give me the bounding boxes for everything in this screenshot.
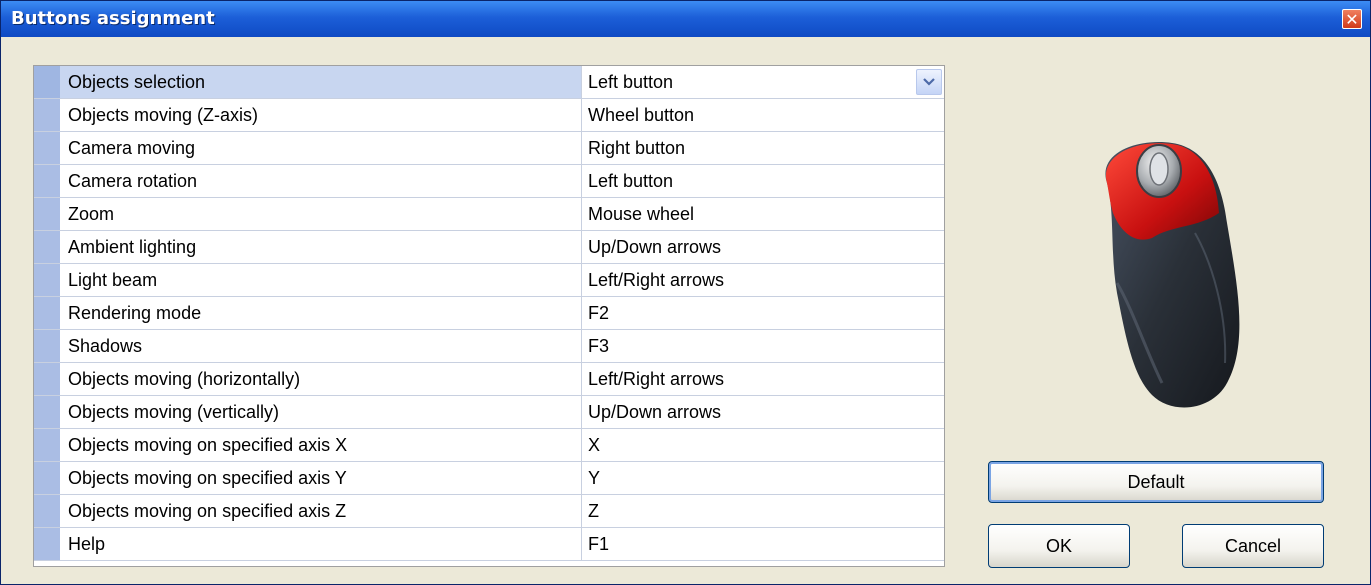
row-header[interactable]	[34, 462, 60, 494]
close-button[interactable]: ✕	[1342, 9, 1362, 29]
table-row[interactable]: Objects moving (Z-axis) Wheel button	[34, 99, 944, 132]
button-cell-value: Left/Right arrows	[588, 369, 725, 389]
action-cell: Objects moving on specified axis Y	[60, 462, 582, 494]
row-header[interactable]	[34, 165, 60, 197]
button-cell-value: F2	[588, 303, 610, 323]
title-bar[interactable]: Buttons assignment ✕	[1, 1, 1370, 37]
row-header[interactable]	[34, 66, 60, 98]
button-cell[interactable]: Up/Down arrows	[582, 231, 944, 263]
button-cell-value: X	[588, 435, 601, 455]
action-cell: Ambient lighting	[60, 231, 582, 263]
dialog-body: Objects selection Left button Objects movi…	[5, 37, 1366, 580]
row-header[interactable]	[34, 297, 60, 329]
table-row[interactable]: Help F1	[34, 528, 944, 561]
row-header[interactable]	[34, 396, 60, 428]
button-cell-value: F1	[588, 534, 610, 554]
table-row[interactable]: Rendering mode F2	[34, 297, 944, 330]
table-row[interactable]: Ambient lighting Up/Down arrows	[34, 231, 944, 264]
buttons-assignment-dialog: Buttons assignment ✕ Objects selection Le…	[0, 0, 1371, 585]
button-cell[interactable]: Right button	[582, 132, 944, 164]
close-icon: ✕	[1345, 10, 1359, 29]
button-cell[interactable]: F2	[582, 297, 944, 329]
button-cell[interactable]: F1	[582, 528, 944, 560]
button-cell-value: Left button	[588, 72, 674, 92]
action-cell: Help	[60, 528, 582, 560]
button-cell-value: Y	[588, 468, 601, 488]
button-cell[interactable]: Z	[582, 495, 944, 527]
action-cell: Camera moving	[60, 132, 582, 164]
table-row[interactable]: Objects moving (horizontally) Left/Right …	[34, 363, 944, 396]
button-cell[interactable]: Mouse wheel	[582, 198, 944, 230]
row-header[interactable]	[34, 231, 60, 263]
row-header[interactable]	[34, 264, 60, 296]
action-cell: Zoom	[60, 198, 582, 230]
button-cell-value: Right button	[588, 138, 686, 158]
button-cell[interactable]: X	[582, 429, 944, 461]
button-cell[interactable]: F3	[582, 330, 944, 362]
button-cell-value: Mouse wheel	[588, 204, 695, 224]
table-row[interactable]: Shadows F3	[34, 330, 944, 363]
action-cell: Objects moving (horizontally)	[60, 363, 582, 395]
action-cell: Objects selection	[60, 66, 582, 98]
row-header[interactable]	[34, 99, 60, 131]
mouse-image	[1105, 142, 1240, 408]
button-select[interactable]: Left button	[582, 66, 944, 98]
button-cell-value: Wheel button	[588, 105, 695, 125]
row-header[interactable]	[34, 363, 60, 395]
row-header[interactable]	[34, 528, 60, 560]
row-header[interactable]	[34, 429, 60, 461]
table-row[interactable]: Light beam Left/Right arrows	[34, 264, 944, 297]
action-cell: Objects moving (vertically)	[60, 396, 582, 428]
table-row[interactable]: Objects selection Left button	[34, 66, 944, 99]
ok-button[interactable]: OK	[988, 524, 1130, 568]
row-header[interactable]	[34, 132, 60, 164]
action-cell: Shadows	[60, 330, 582, 362]
action-cell: Light beam	[60, 264, 582, 296]
button-cell[interactable]: Left/Right arrows	[582, 264, 944, 296]
button-cell-value: Up/Down arrows	[588, 402, 722, 422]
action-cell: Camera rotation	[60, 165, 582, 197]
button-cell-value: Up/Down arrows	[588, 237, 722, 257]
button-cell[interactable]: Left/Right arrows	[582, 363, 944, 395]
table-row[interactable]: Objects moving (vertically) Up/Down arrow…	[34, 396, 944, 429]
table-row[interactable]: Camera moving Right button	[34, 132, 944, 165]
button-cell-value: Z	[588, 501, 599, 521]
action-cell: Objects moving (Z-axis)	[60, 99, 582, 131]
button-cell-value: F3	[588, 336, 610, 356]
action-cell: Objects moving on specified axis X	[60, 429, 582, 461]
table-row[interactable]: Objects moving on specified axis Y Y	[34, 462, 944, 495]
row-header[interactable]	[34, 330, 60, 362]
action-cell: Rendering mode	[60, 297, 582, 329]
table-row[interactable]: Objects moving on specified axis X X	[34, 429, 944, 462]
button-cell[interactable]: Wheel button	[582, 99, 944, 131]
button-cell[interactable]: Left button	[582, 165, 944, 197]
action-cell: Objects moving on specified axis Z	[60, 495, 582, 527]
table-row[interactable]: Camera rotation Left button	[34, 165, 944, 198]
row-header[interactable]	[34, 495, 60, 527]
dialog-title: Buttons assignment	[11, 8, 215, 29]
button-cell[interactable]: Up/Down arrows	[582, 396, 944, 428]
assignments-grid: Objects selection Left button Objects movi…	[33, 65, 945, 567]
table-row[interactable]: Objects moving on specified axis Z Z	[34, 495, 944, 528]
default-button[interactable]: Default	[988, 461, 1324, 503]
row-header[interactable]	[34, 198, 60, 230]
chevron-down-icon[interactable]	[916, 69, 942, 95]
button-cell[interactable]: Y	[582, 462, 944, 494]
button-cell-value: Left button	[588, 171, 674, 191]
button-cell-value: Left/Right arrows	[588, 270, 725, 290]
table-row[interactable]: Zoom Mouse wheel	[34, 198, 944, 231]
cancel-button[interactable]: Cancel	[1182, 524, 1324, 568]
